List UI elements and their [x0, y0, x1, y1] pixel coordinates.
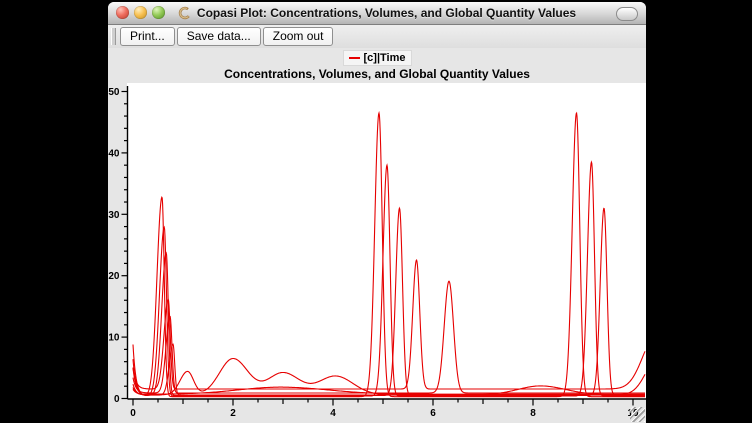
desktop: { "window": { "title": "Copasi Plot: Con…: [0, 0, 752, 423]
title-bar[interactable]: Copasi Plot: Concentrations, Volumes, an…: [108, 2, 646, 25]
window-title: Copasi Plot: Concentrations, Volumes, an…: [197, 6, 576, 20]
curve-1: [133, 113, 645, 397]
print-button[interactable]: Print...: [120, 27, 175, 46]
traffic-lights: [116, 6, 165, 19]
svg-text:0: 0: [130, 408, 136, 419]
zoom-button[interactable]: [152, 6, 165, 19]
svg-text:4: 4: [330, 408, 336, 419]
zoom-out-button[interactable]: Zoom out: [263, 27, 334, 46]
svg-text:6: 6: [430, 408, 436, 419]
svg-text:50: 50: [108, 87, 120, 98]
svg-text:10: 10: [108, 333, 120, 344]
svg-text:30: 30: [108, 210, 120, 221]
curve-4: [133, 260, 645, 389]
toolbar: Print... Save data... Zoom out: [108, 25, 646, 49]
window-title-group: Copasi Plot: Concentrations, Volumes, an…: [178, 6, 576, 20]
toolbar-toggle-button[interactable]: [616, 7, 638, 21]
svg-text:0: 0: [114, 394, 120, 405]
curve-3: [133, 208, 645, 395]
svg-text:2: 2: [230, 408, 236, 419]
plot-widget: [c]|Time Concentrations, Volumes, and Gl…: [108, 48, 646, 423]
close-button[interactable]: [116, 6, 129, 19]
resize-grip[interactable]: [630, 407, 645, 422]
save-data-button[interactable]: Save data...: [177, 27, 261, 46]
curve-5: [133, 281, 645, 393]
copasi-plot-window: Copasi Plot: Concentrations, Volumes, an…: [108, 2, 646, 423]
toolbar-drag-handle[interactable]: [111, 28, 116, 45]
copasi-icon: [178, 6, 192, 20]
svg-text:20: 20: [108, 271, 120, 282]
minimize-button[interactable]: [134, 6, 147, 19]
svg-text:8: 8: [530, 408, 536, 419]
plot-svg: 010203040500246810: [108, 48, 646, 423]
svg-text:40: 40: [108, 148, 120, 159]
